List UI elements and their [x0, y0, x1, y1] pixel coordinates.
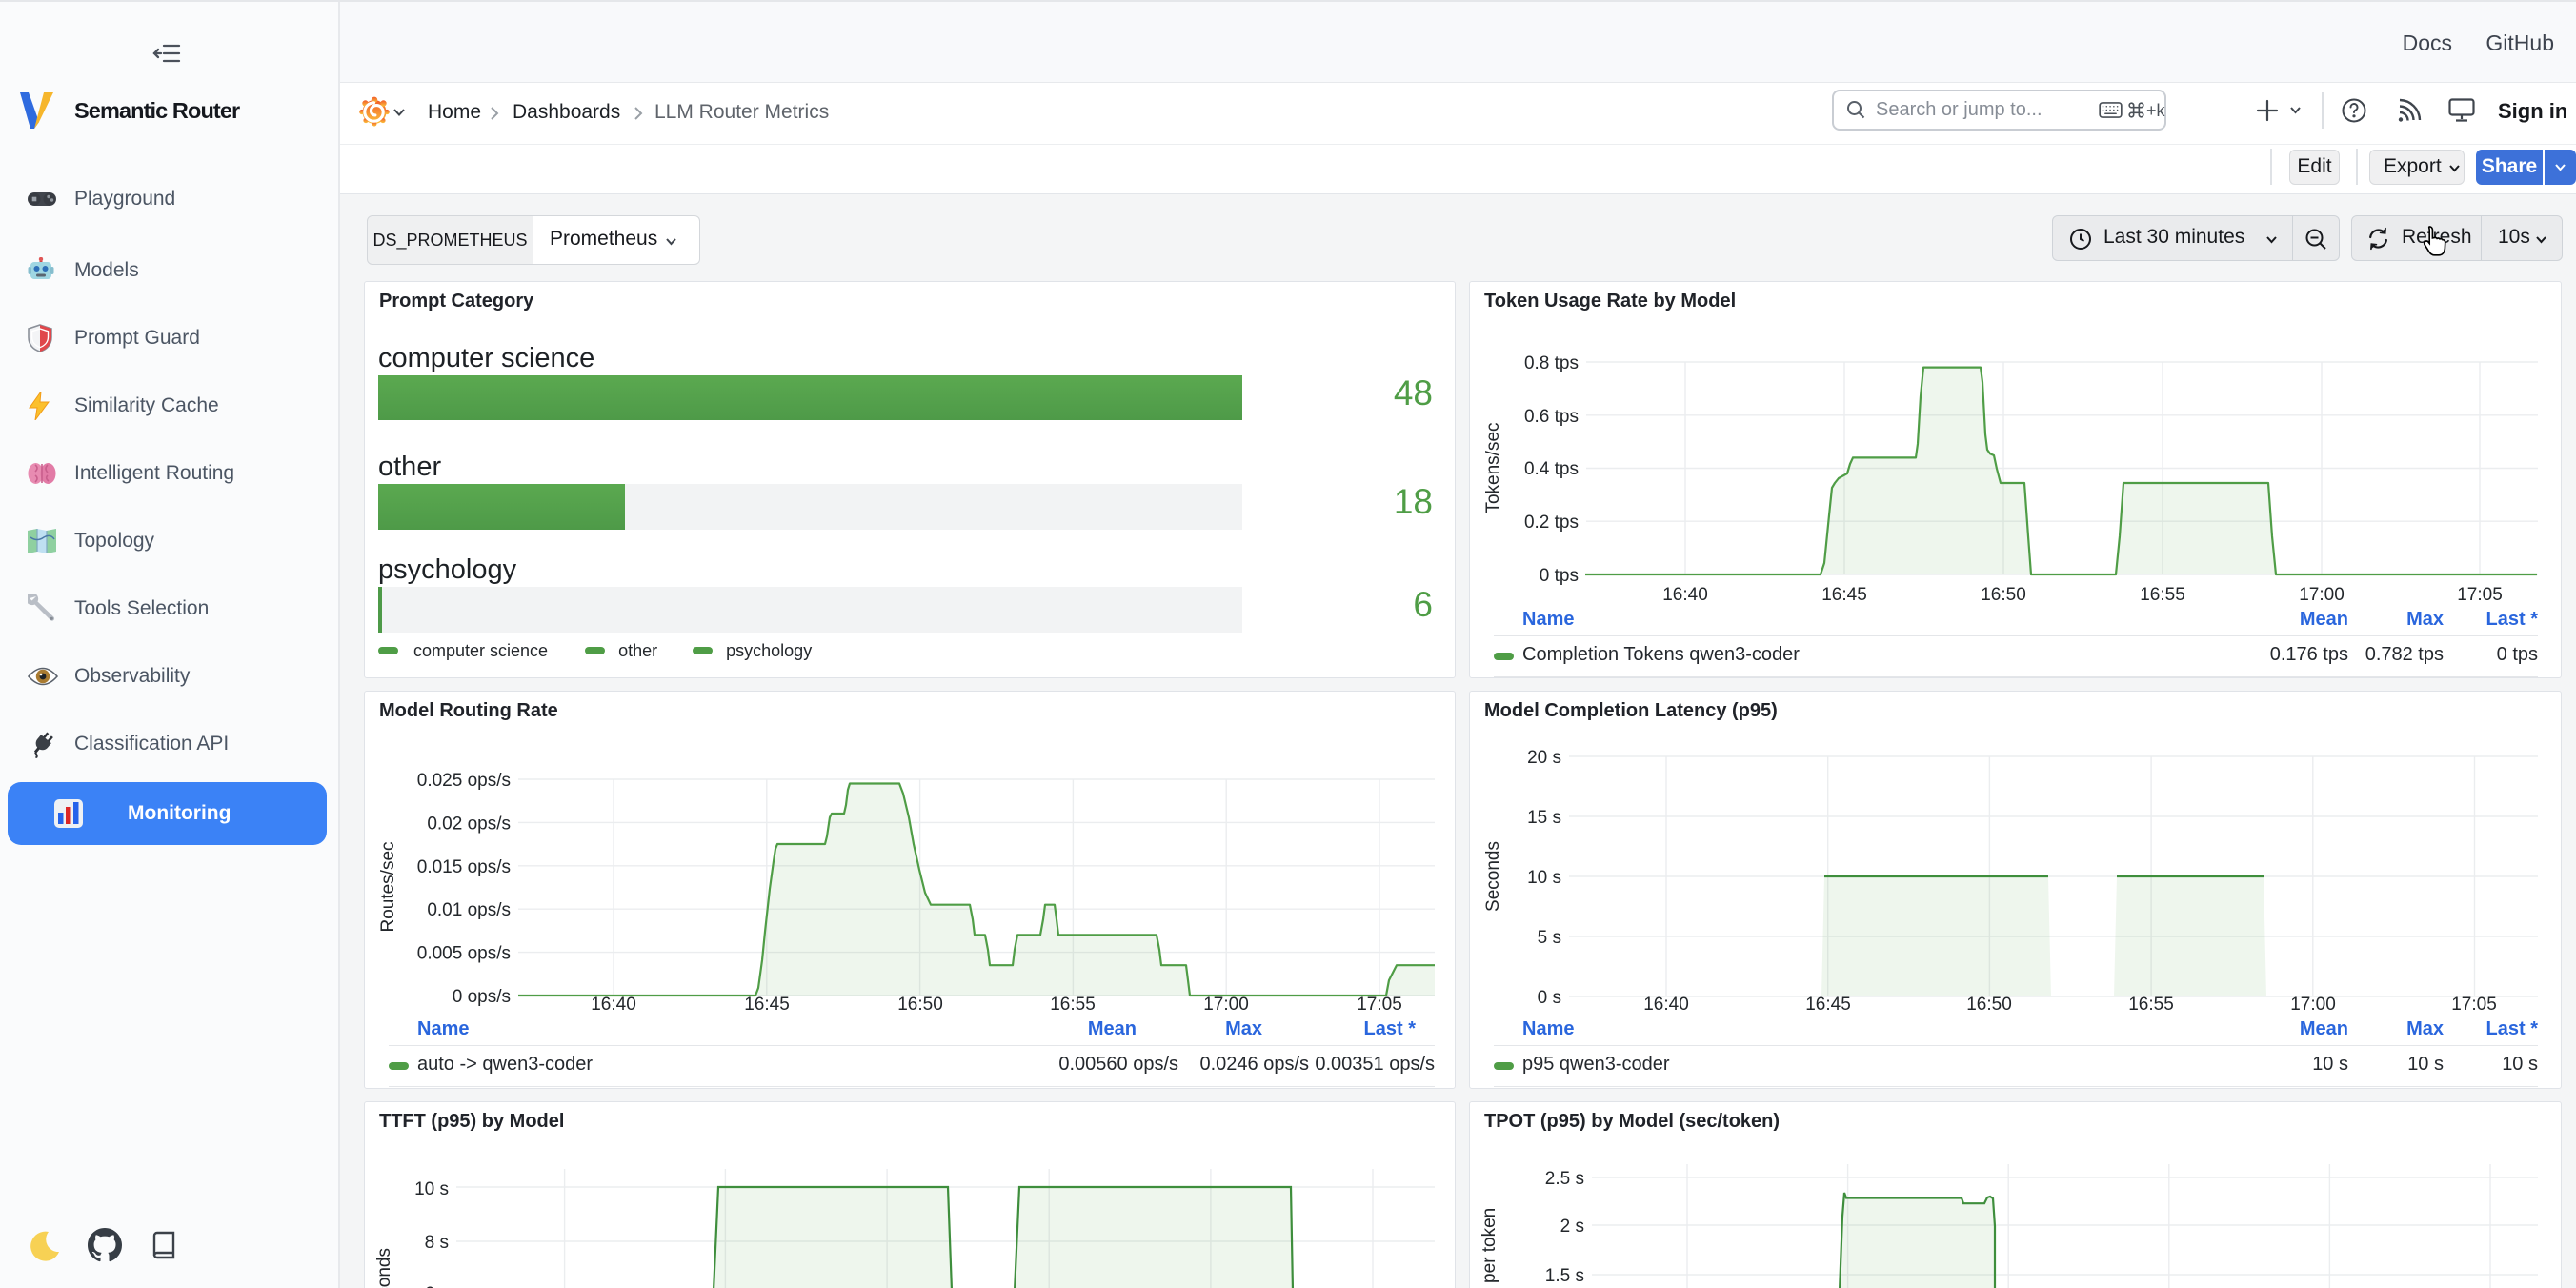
svg-text:0.2 tps: 0.2 tps	[1524, 513, 1579, 533]
svg-text:0 s: 0 s	[1538, 988, 1561, 1008]
svg-text:17:00: 17:00	[2299, 585, 2345, 605]
svg-text:16:45: 16:45	[744, 995, 790, 1015]
svg-text:10 s: 10 s	[1527, 868, 1561, 888]
svg-text:17:05: 17:05	[2457, 585, 2503, 605]
svg-text:17:00: 17:00	[2290, 995, 2336, 1015]
svg-text:2.5 s: 2.5 s	[1545, 1169, 1584, 1189]
svg-text:16:55: 16:55	[2140, 585, 2185, 605]
svg-text:16:55: 16:55	[1050, 995, 1096, 1015]
svg-text:0.02 ops/s: 0.02 ops/s	[427, 814, 511, 834]
svg-text:0.4 tps: 0.4 tps	[1524, 459, 1579, 479]
svg-text:16:55: 16:55	[2128, 995, 2174, 1015]
svg-text:0.005 ops/s: 0.005 ops/s	[417, 944, 511, 964]
svg-text:16:45: 16:45	[1805, 995, 1851, 1015]
svg-text:16:50: 16:50	[1981, 585, 2026, 605]
svg-text:17:05: 17:05	[2451, 995, 2497, 1015]
svg-text:10 s: 10 s	[414, 1179, 449, 1199]
svg-text:0 ops/s: 0 ops/s	[453, 987, 511, 1007]
svg-text:8 s: 8 s	[425, 1233, 449, 1253]
svg-text:2 s: 2 s	[1560, 1217, 1584, 1237]
svg-text:Routes/sec: Routes/sec	[378, 841, 398, 932]
svg-text:16:50: 16:50	[897, 995, 943, 1015]
svg-text:0.8 tps: 0.8 tps	[1524, 353, 1579, 373]
svg-text:0.025 ops/s: 0.025 ops/s	[417, 771, 511, 791]
svg-text:Seconds: Seconds	[1483, 841, 1503, 912]
svg-text:0.6 tps: 0.6 tps	[1524, 407, 1579, 427]
svg-text:Seconds: Seconds	[374, 1248, 394, 1288]
svg-text:0 tps: 0 tps	[1540, 566, 1579, 586]
svg-text:16:50: 16:50	[1966, 995, 2012, 1015]
svg-text:Seconds per token: Seconds per token	[1479, 1208, 1499, 1288]
svg-text:16:40: 16:40	[1643, 995, 1689, 1015]
svg-text:16:40: 16:40	[591, 995, 636, 1015]
svg-text:20 s: 20 s	[1527, 748, 1561, 768]
svg-text:0.01 ops/s: 0.01 ops/s	[427, 900, 511, 920]
svg-text:16:40: 16:40	[1662, 585, 1708, 605]
svg-text:0.015 ops/s: 0.015 ops/s	[417, 857, 511, 877]
svg-text:17:00: 17:00	[1203, 995, 1249, 1015]
svg-text:15 s: 15 s	[1527, 808, 1561, 828]
svg-text:Tokens/sec: Tokens/sec	[1483, 422, 1503, 513]
svg-text:1.5 s: 1.5 s	[1545, 1266, 1584, 1286]
svg-text:5 s: 5 s	[1538, 928, 1561, 948]
svg-text:6 s: 6 s	[425, 1284, 449, 1288]
svg-text:17:05: 17:05	[1357, 995, 1402, 1015]
svg-text:16:45: 16:45	[1821, 585, 1867, 605]
